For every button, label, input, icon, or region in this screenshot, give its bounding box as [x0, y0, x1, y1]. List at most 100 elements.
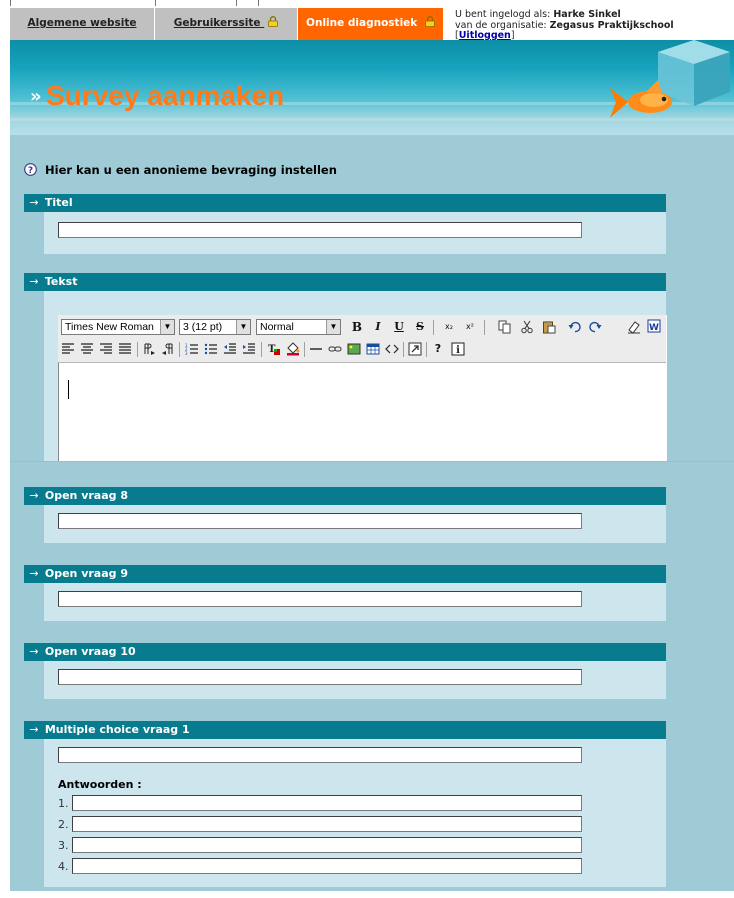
svg-text:?: ?: [28, 166, 33, 176]
link-icon[interactable]: [328, 342, 342, 356]
tick: [258, 0, 259, 6]
arrow-icon: »: [30, 86, 42, 107]
section-label: Open vraag 9: [44, 567, 128, 580]
goldfish-cube-icon: [610, 40, 730, 118]
top-navigation: Algemene website Gebruikerssite Online d…: [10, 8, 734, 42]
arrow-right-icon: →: [29, 489, 39, 502]
format-value: Normal: [260, 321, 294, 333]
answer-3-input[interactable]: [72, 837, 582, 853]
svg-text:W: W: [649, 323, 659, 333]
align-center-icon[interactable]: [80, 342, 94, 356]
tick: [236, 0, 237, 6]
outdent-icon[interactable]: [223, 342, 237, 356]
tick: [10, 0, 11, 6]
open-vraag-10-input[interactable]: [58, 669, 582, 685]
image-icon[interactable]: [347, 342, 361, 356]
copy-icon[interactable]: [498, 320, 512, 334]
arrow-right-icon: →: [29, 723, 39, 736]
table-icon[interactable]: [366, 342, 380, 356]
section-label: Open vraag 10: [44, 645, 136, 658]
user-info: U bent ingelogd als: Harke Sinkel van de…: [455, 9, 734, 42]
font-size-value: 3 (12 pt): [183, 321, 223, 333]
organization-name: Zegasus Praktijkschool: [549, 19, 674, 31]
align-left-icon[interactable]: [61, 342, 75, 356]
undo-icon[interactable]: [568, 320, 582, 334]
redo-icon[interactable]: [588, 320, 602, 334]
user-prefix: U bent ingelogd als:: [455, 9, 551, 20]
answer-number: 1.: [58, 797, 69, 810]
lock-icon: [268, 16, 279, 27]
section-label: Open vraag 8: [44, 489, 128, 502]
answer-2-input[interactable]: [72, 816, 582, 832]
organization-prefix: van de organisatie:: [455, 19, 547, 31]
text-color-icon[interactable]: T: [267, 342, 281, 356]
section-header-open-vraag-9: → Open vraag 9: [24, 565, 666, 583]
section-label: Tekst: [44, 275, 78, 288]
info-icon[interactable]: i: [451, 342, 465, 356]
horizontal-rule-icon[interactable]: [309, 342, 323, 356]
rtl-icon[interactable]: [161, 342, 175, 356]
ordered-list-icon[interactable]: 123: [185, 342, 199, 356]
tab-label: Online diagnostiek: [306, 17, 418, 29]
section-header-open-vraag-10: → Open vraag 10: [24, 643, 666, 661]
arrow-right-icon: →: [29, 196, 39, 209]
tick: [155, 0, 156, 6]
paste-icon[interactable]: [542, 320, 556, 334]
strikethrough-button[interactable]: S: [413, 319, 427, 335]
tab-gebruikerssite[interactable]: Gebruikerssite: [155, 8, 298, 40]
svg-text:i: i: [456, 345, 460, 356]
user-name: Harke Sinkel: [553, 9, 621, 20]
section-header-tekst: → Tekst: [24, 273, 666, 291]
section-header-multiple-choice-vraag-1: → Multiple choice vraag 1: [24, 721, 666, 739]
titel-input[interactable]: [58, 222, 582, 238]
chevron-down-icon: ▼: [160, 320, 174, 334]
align-justify-icon[interactable]: [118, 342, 132, 356]
italic-button[interactable]: I: [371, 319, 385, 335]
chevron-down-icon: ▼: [236, 320, 250, 334]
divider: [10, 461, 734, 462]
cut-icon[interactable]: [520, 320, 534, 334]
tab-online-diagnostiek[interactable]: Online diagnostiek: [298, 8, 444, 40]
eraser-icon[interactable]: [627, 320, 641, 334]
text-caret: [68, 380, 69, 399]
subscript-button[interactable]: x₂: [441, 319, 457, 335]
answers-label: Antwoorden :: [58, 778, 142, 791]
ltr-icon[interactable]: [142, 342, 156, 356]
underline-button[interactable]: U: [392, 319, 406, 335]
source-code-icon[interactable]: [385, 342, 399, 356]
help-button[interactable]: ?: [431, 341, 445, 357]
font-family-value: Times New Roman: [65, 321, 154, 333]
unordered-list-icon[interactable]: [204, 342, 218, 356]
background-color-icon[interactable]: [286, 342, 300, 356]
font-size-select[interactable]: 3 (12 pt) ▼: [179, 319, 251, 335]
word-paste-icon[interactable]: W: [647, 319, 661, 333]
tab-label: Gebruikerssite: [173, 17, 261, 29]
header-banner: » Survey aanmaken: [10, 40, 734, 135]
intro-label: Hier kan u een anonieme bevraging instel…: [45, 163, 337, 177]
align-right-icon[interactable]: [99, 342, 113, 356]
tab-algemene-website[interactable]: Algemene website: [10, 8, 155, 40]
tab-label: Algemene website: [27, 17, 137, 29]
font-family-select[interactable]: Times New Roman ▼: [61, 319, 175, 335]
format-select[interactable]: Normal ▼: [256, 319, 341, 335]
multiple-choice-question-input[interactable]: [58, 747, 582, 763]
bold-button[interactable]: B: [350, 319, 364, 335]
section-label: Titel: [44, 196, 73, 209]
arrow-right-icon: →: [29, 275, 39, 288]
fullscreen-icon[interactable]: [408, 342, 422, 356]
superscript-button[interactable]: x²: [462, 319, 478, 335]
answer-4-input[interactable]: [72, 858, 582, 874]
open-vraag-8-input[interactable]: [58, 513, 582, 529]
help-icon[interactable]: ?: [24, 163, 37, 176]
arrow-right-icon: →: [29, 645, 39, 658]
arrow-right-icon: →: [29, 567, 39, 580]
section-label: Multiple choice vraag 1: [44, 723, 190, 736]
answer-1-input[interactable]: [72, 795, 582, 811]
chevron-down-icon: ▼: [326, 320, 340, 334]
page-title: Survey aanmaken: [46, 80, 285, 111]
intro-text: ? Hier kan u een anonieme bevraging inst…: [24, 163, 337, 177]
answer-number: 4.: [58, 860, 69, 873]
open-vraag-9-input[interactable]: [58, 591, 582, 607]
lock-icon: [425, 16, 435, 27]
indent-icon[interactable]: [242, 342, 256, 356]
